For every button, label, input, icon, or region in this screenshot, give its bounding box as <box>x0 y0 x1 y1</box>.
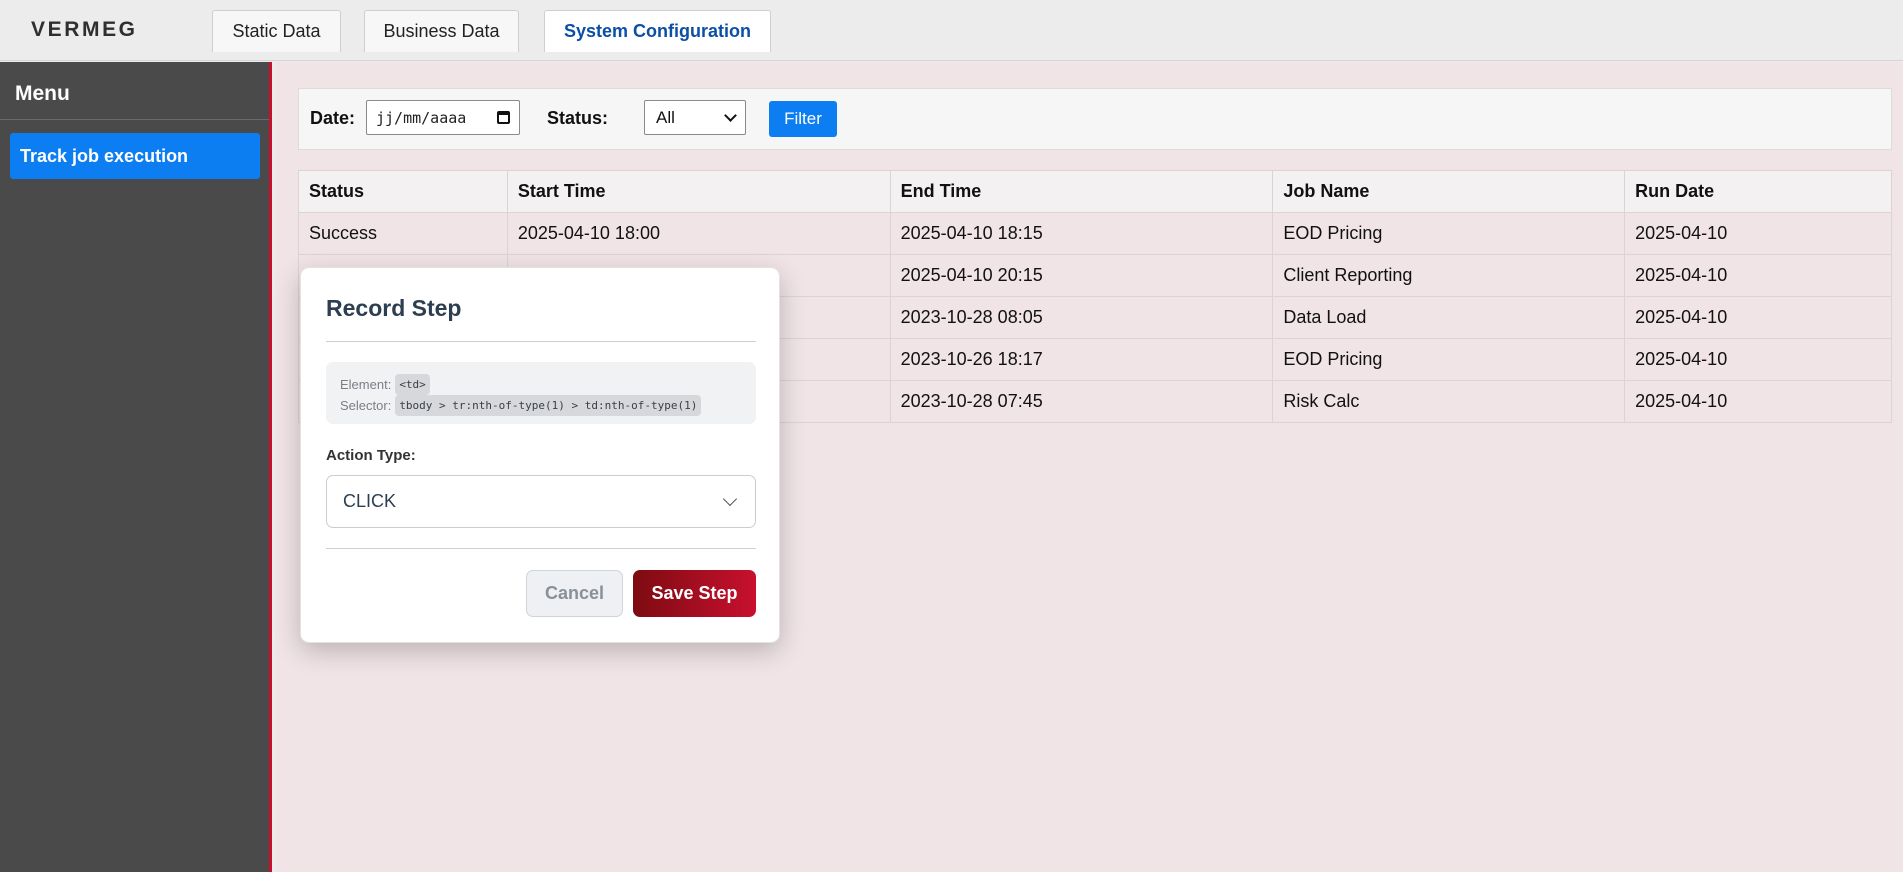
vermeg-logo: VERMEG <box>31 18 138 41</box>
cell-end-time[interactable]: 2023-10-28 08:05 <box>889 296 1274 339</box>
action-type-label: Action Type: <box>326 447 416 464</box>
cell-job-name[interactable]: Client Reporting <box>1272 254 1626 297</box>
cell-run-date[interactable]: 2025-04-10 <box>1624 212 1892 255</box>
save-step-button[interactable]: Save Step <box>633 570 756 617</box>
cancel-button[interactable]: Cancel <box>526 570 623 617</box>
status-label: Status: <box>547 108 609 128</box>
action-type-select[interactable]: CLICK <box>326 475 756 528</box>
tab-business-data[interactable]: Business Data <box>364 10 519 52</box>
top-bar: VERMEG Static Data Business Data System … <box>0 0 1903 61</box>
filter-button[interactable]: Filter <box>769 101 837 137</box>
chevron-down-icon <box>722 491 738 507</box>
date-input[interactable]: jj/mm/aaaa <box>366 100 520 135</box>
tab-system-configuration[interactable]: System Configuration <box>544 10 771 52</box>
element-label: Element: <box>340 377 392 392</box>
cell-job-name[interactable]: Risk Calc <box>1272 380 1626 423</box>
cell-end-time[interactable]: 2023-10-28 07:45 <box>889 380 1274 423</box>
dialog-divider-bottom <box>326 548 756 549</box>
status-select[interactable]: All <box>644 100 746 135</box>
cell-start-time[interactable]: 2025-04-10 18:00 <box>506 212 891 255</box>
cell-end-time[interactable]: 2025-04-10 20:15 <box>889 254 1274 297</box>
cell-end-time[interactable]: 2023-10-26 18:17 <box>889 338 1274 381</box>
selector-badge: tbody > tr:nth-of-type(1) > td:nth-of-ty… <box>395 395 702 416</box>
cell-job-name[interactable]: EOD Pricing <box>1272 212 1626 255</box>
table-row[interactable]: Success 2025-04-10 18:00 2025-04-10 18:1… <box>298 212 1892 255</box>
column-header-start-time[interactable]: Start Time <box>506 170 891 213</box>
record-step-dialog: Record Step Element: <td> Selector: tbod… <box>300 267 780 643</box>
selector-label: Selector: <box>340 398 392 413</box>
cell-job-name[interactable]: Data Load <box>1272 296 1626 339</box>
sidebar-divider <box>0 119 269 120</box>
element-info-box: Element: <td> Selector: tbody > tr:nth-o… <box>326 362 756 424</box>
dialog-title: Record Step <box>326 295 462 321</box>
cell-status[interactable]: Success <box>298 212 508 255</box>
chevron-down-icon <box>724 109 737 122</box>
filter-bar: Date: jj/mm/aaaa Status: All Filter <box>298 88 1892 150</box>
status-select-value: All <box>656 107 675 127</box>
sidebar-item-track-job-execution[interactable]: Track job execution <box>10 133 260 179</box>
dialog-divider-top <box>326 341 756 342</box>
cell-end-time[interactable]: 2025-04-10 18:15 <box>889 212 1274 255</box>
column-header-end-time[interactable]: End Time <box>889 170 1274 213</box>
element-tag-badge: <td> <box>395 374 430 395</box>
sidebar-title: Menu <box>15 82 70 105</box>
element-line: Element: <td> <box>340 374 742 395</box>
cell-job-name[interactable]: EOD Pricing <box>1272 338 1626 381</box>
tab-static-data[interactable]: Static Data <box>212 10 341 52</box>
cell-run-date[interactable]: 2025-04-10 <box>1624 380 1892 423</box>
table-header-row: Status Start Time End Time Job Name Run … <box>298 170 1892 213</box>
cell-run-date[interactable]: 2025-04-10 <box>1624 338 1892 381</box>
column-header-status[interactable]: Status <box>298 170 508 213</box>
cell-run-date[interactable]: 2025-04-10 <box>1624 296 1892 339</box>
action-type-value: CLICK <box>343 491 397 511</box>
date-label: Date: <box>310 108 356 128</box>
column-header-run-date[interactable]: Run Date <box>1624 170 1892 213</box>
sidebar: Menu Track job execution <box>0 62 272 872</box>
date-placeholder: jj/mm/aaaa <box>376 108 467 127</box>
selector-line: Selector: tbody > tr:nth-of-type(1) > td… <box>340 395 742 416</box>
cell-run-date[interactable]: 2025-04-10 <box>1624 254 1892 297</box>
calendar-icon[interactable] <box>497 111 510 124</box>
column-header-job-name[interactable]: Job Name <box>1272 170 1626 213</box>
